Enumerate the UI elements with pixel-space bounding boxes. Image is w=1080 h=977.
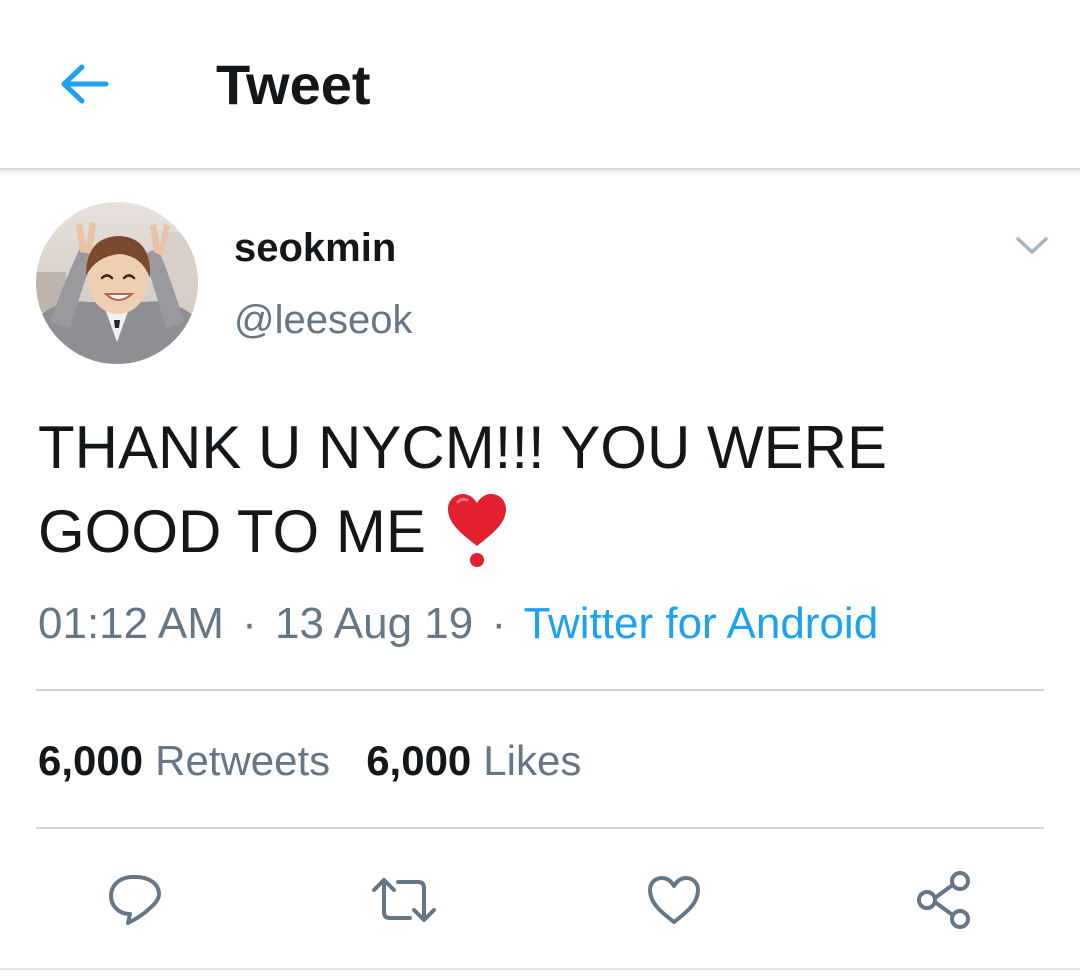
- author-display-name[interactable]: seokmin: [234, 224, 396, 272]
- tweet-text: THANK U NYCM!!! YOU WERE GOOD TO ME: [38, 406, 1048, 590]
- divider: [36, 827, 1044, 829]
- divider: [36, 689, 1044, 691]
- meta-separator: ·: [242, 599, 257, 648]
- retweets-stat[interactable]: 6,000 Retweets: [38, 736, 330, 786]
- bottom-divider: [0, 968, 1080, 970]
- likes-label: Likes: [483, 737, 582, 784]
- tweet-text-line-2-text: GOOD TO ME: [38, 498, 426, 565]
- likes-count: 6,000: [366, 737, 472, 784]
- top-app-bar: Tweet: [0, 0, 1080, 170]
- heart-exclamation-icon: [444, 492, 510, 590]
- chevron-down-icon: [1016, 237, 1048, 254]
- back-button[interactable]: [52, 52, 116, 116]
- share-button[interactable]: [908, 864, 980, 936]
- retweet-button[interactable]: [368, 864, 440, 936]
- tweet-source-link[interactable]: Twitter for Android: [524, 599, 879, 648]
- meta-separator: ·: [491, 599, 507, 648]
- profile-photo: [36, 202, 198, 364]
- heart-outline-icon: [648, 876, 700, 924]
- tweet-text-line-2: GOOD TO ME: [38, 490, 1048, 590]
- tweet-meta: 01:12 AM · 13 Aug 19 · Twitter for Andro…: [38, 598, 878, 650]
- avatar[interactable]: [36, 202, 198, 364]
- like-button[interactable]: [638, 864, 710, 936]
- share-icon: [917, 871, 970, 929]
- reply-bubble-icon: [109, 875, 161, 925]
- reply-button[interactable]: [99, 864, 171, 936]
- engagement-stats: 6,000 Retweets 6,000 Likes: [38, 736, 581, 786]
- retweets-label: Retweets: [155, 737, 331, 784]
- tweet-options-button[interactable]: [1008, 226, 1056, 266]
- page-title: Tweet: [216, 53, 371, 116]
- tweet-time: 01:12 AM: [38, 599, 224, 648]
- author-handle[interactable]: @leeseok: [234, 296, 412, 344]
- likes-stat[interactable]: 6,000 Likes: [366, 736, 581, 786]
- arrow-left-icon: [61, 64, 109, 104]
- retweets-count: 6,000: [38, 737, 144, 784]
- tweet-text-line-1: THANK U NYCM!!! YOU WERE: [38, 414, 887, 481]
- tweet-date: 13 Aug 19: [275, 599, 474, 648]
- retweet-icon: [372, 878, 436, 922]
